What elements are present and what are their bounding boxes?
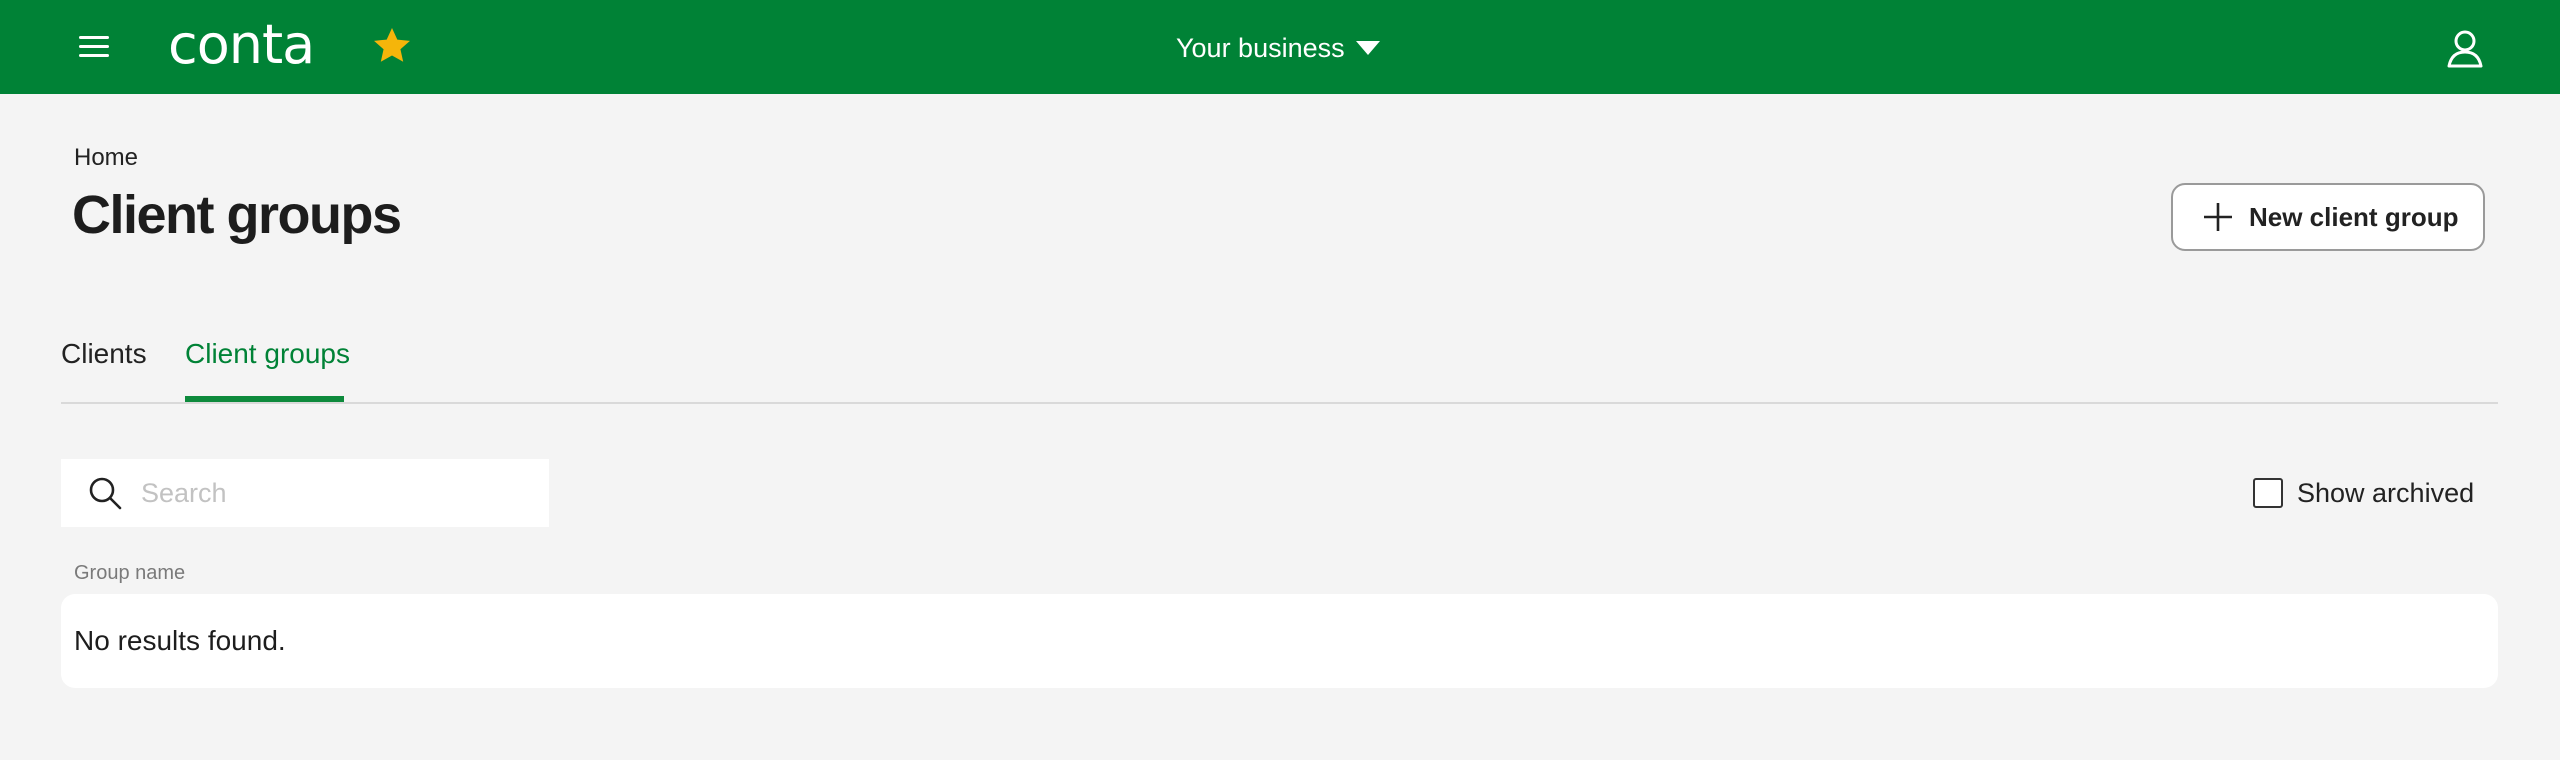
column-header-group-name[interactable]: Group name: [74, 562, 185, 585]
show-archived-label: Show archived: [2297, 477, 2475, 508]
tab-client-groups[interactable]: Client groups: [185, 338, 350, 370]
user-icon[interactable]: [2444, 27, 2486, 69]
empty-results-message: No results found.: [74, 625, 286, 656]
breadcrumb-home[interactable]: Home: [74, 144, 138, 172]
tab-bar: Clients Client groups: [61, 318, 2498, 404]
search-input[interactable]: [141, 477, 521, 509]
star-icon[interactable]: [370, 24, 414, 68]
tab-clients[interactable]: Clients: [61, 338, 147, 370]
show-archived-toggle[interactable]: Show archived: [2253, 474, 2474, 512]
plus-icon: [2204, 203, 2232, 231]
active-tab-indicator: [185, 396, 344, 402]
empty-results-card: No results found.: [61, 594, 2498, 688]
top-navigation-bar: conta Your business: [0, 0, 2560, 94]
show-archived-checkbox[interactable]: [2253, 478, 2283, 508]
page-title: Client groups: [72, 185, 402, 245]
search-field[interactable]: [61, 459, 549, 527]
caret-down-icon: [1355, 41, 1380, 55]
new-client-group-label: New client group: [2249, 201, 2459, 232]
business-selector-label: Your business: [1176, 32, 1345, 63]
conta-logo[interactable]: conta: [168, 14, 315, 76]
new-client-group-button[interactable]: New client group: [2171, 183, 2485, 251]
hamburger-menu-icon[interactable]: [76, 30, 112, 64]
business-selector[interactable]: Your business: [1176, 28, 1381, 68]
search-icon: [89, 477, 122, 510]
